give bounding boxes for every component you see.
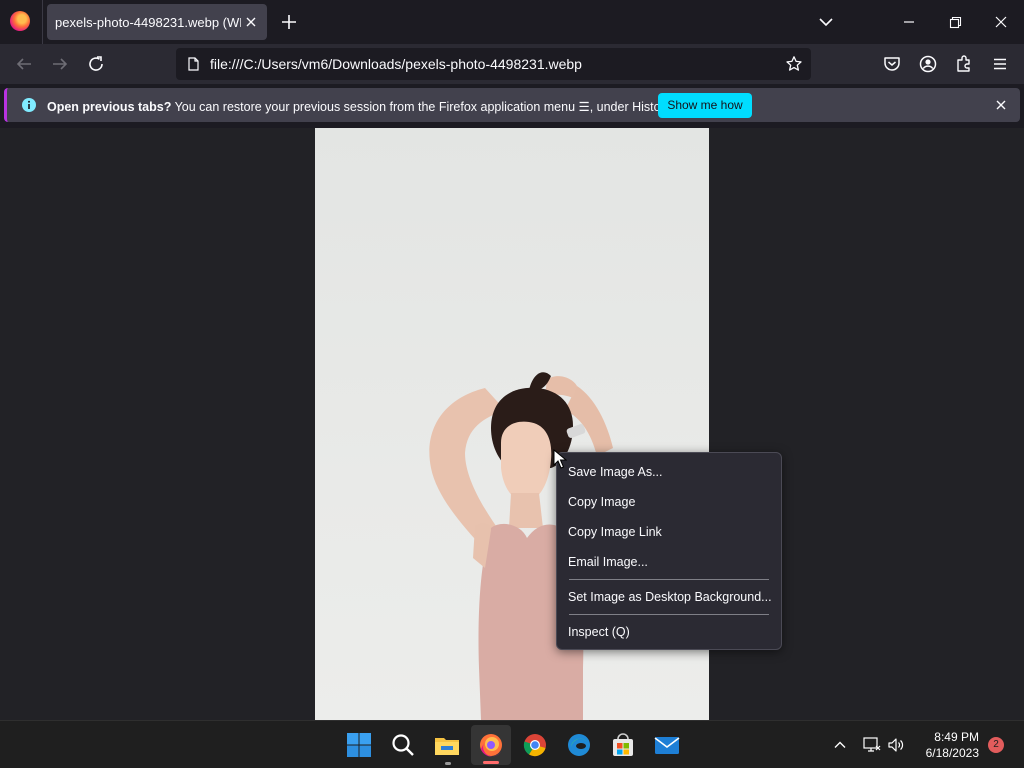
account-icon[interactable] <box>916 52 940 76</box>
mail-icon[interactable] <box>653 731 681 759</box>
firefox-logo-icon[interactable] <box>10 11 30 31</box>
menu-item-copy-image[interactable]: Copy Image <box>557 488 781 516</box>
reload-icon[interactable] <box>84 52 108 76</box>
hamburger-menu-icon[interactable] <box>988 52 1012 76</box>
firefox-icon[interactable] <box>477 731 505 759</box>
new-tab-icon[interactable] <box>278 11 300 33</box>
menu-separator <box>569 579 769 580</box>
menu-separator <box>569 614 769 615</box>
menu-item-copy-image-link[interactable]: Copy Image Link <box>557 518 781 546</box>
tab-active[interactable]: pexels-photo-4498231.webp (WEBP Image, 3… <box>47 4 267 40</box>
menu-item-email-image[interactable]: Email Image... <box>557 548 781 576</box>
chrome-icon[interactable] <box>521 731 549 759</box>
image-context-menu: Save Image As... Copy Image Copy Image L… <box>556 452 782 650</box>
close-notification-icon[interactable] <box>992 96 1010 114</box>
network-icon[interactable] <box>862 735 882 755</box>
menu-item-set-desktop-background[interactable]: Set Image as Desktop Background... <box>557 583 781 611</box>
clock-date: 6/18/2023 <box>925 746 979 760</box>
show-me-how-button[interactable]: Show me how <box>658 93 752 118</box>
tab-divider <box>42 0 43 44</box>
extensions-puzzle-icon[interactable] <box>952 52 976 76</box>
close-window-icon[interactable] <box>989 10 1013 34</box>
microsoft-store-icon[interactable] <box>609 731 637 759</box>
edge-icon[interactable] <box>565 731 593 759</box>
list-all-tabs-chevron-icon[interactable] <box>814 10 838 34</box>
tab-title: pexels-photo-4498231.webp (WEBP Image, 3… <box>55 15 241 30</box>
tab-strip: pexels-photo-4498231.webp (WEBP Image, 3… <box>0 0 1024 44</box>
url-bar[interactable]: file:///C:/Users/vm6/Downloads/pexels-ph… <box>176 48 811 80</box>
bookmark-star-icon[interactable] <box>785 55 803 73</box>
volume-icon[interactable] <box>886 735 906 755</box>
url-text[interactable]: file:///C:/Users/vm6/Downloads/pexels-ph… <box>210 56 582 72</box>
clock-time: 8:49 PM <box>934 730 979 744</box>
info-icon <box>22 98 36 112</box>
page-document-icon <box>188 57 199 71</box>
notification-message: Open previous tabs? You can restore your… <box>47 99 674 114</box>
file-explorer-icon[interactable] <box>433 731 461 759</box>
notification-count-badge[interactable]: 2 <box>988 737 1004 753</box>
pocket-icon[interactable] <box>880 52 904 76</box>
minimize-icon[interactable] <box>897 10 921 34</box>
notification-body: You can restore your previous session fr… <box>171 100 674 114</box>
menu-item-inspect[interactable]: Inspect (Q) <box>557 618 781 646</box>
running-indicator <box>445 762 451 765</box>
mouse-pointer-icon <box>553 449 567 469</box>
system-clock[interactable]: 8:49 PM 6/18/2023 <box>919 729 979 761</box>
chevron-up-icon[interactable] <box>832 737 848 753</box>
restore-icon[interactable] <box>943 10 967 34</box>
back-arrow-icon[interactable] <box>12 52 36 76</box>
forward-arrow-icon[interactable] <box>48 52 72 76</box>
image-viewer <box>0 128 1024 720</box>
start-windows-icon[interactable] <box>345 731 373 759</box>
close-tab-icon[interactable] <box>241 12 261 32</box>
navigation-toolbar: file:///C:/Users/vm6/Downloads/pexels-ph… <box>0 44 1024 84</box>
restore-session-notification: Open previous tabs? You can restore your… <box>4 88 1020 122</box>
active-app-indicator <box>483 761 499 764</box>
windows-taskbar: 8:49 PM 6/18/2023 2 <box>0 720 1024 768</box>
search-icon[interactable] <box>389 731 417 759</box>
notification-heading: Open previous tabs? <box>47 100 172 114</box>
menu-item-save-image-as[interactable]: Save Image As... <box>557 458 781 486</box>
